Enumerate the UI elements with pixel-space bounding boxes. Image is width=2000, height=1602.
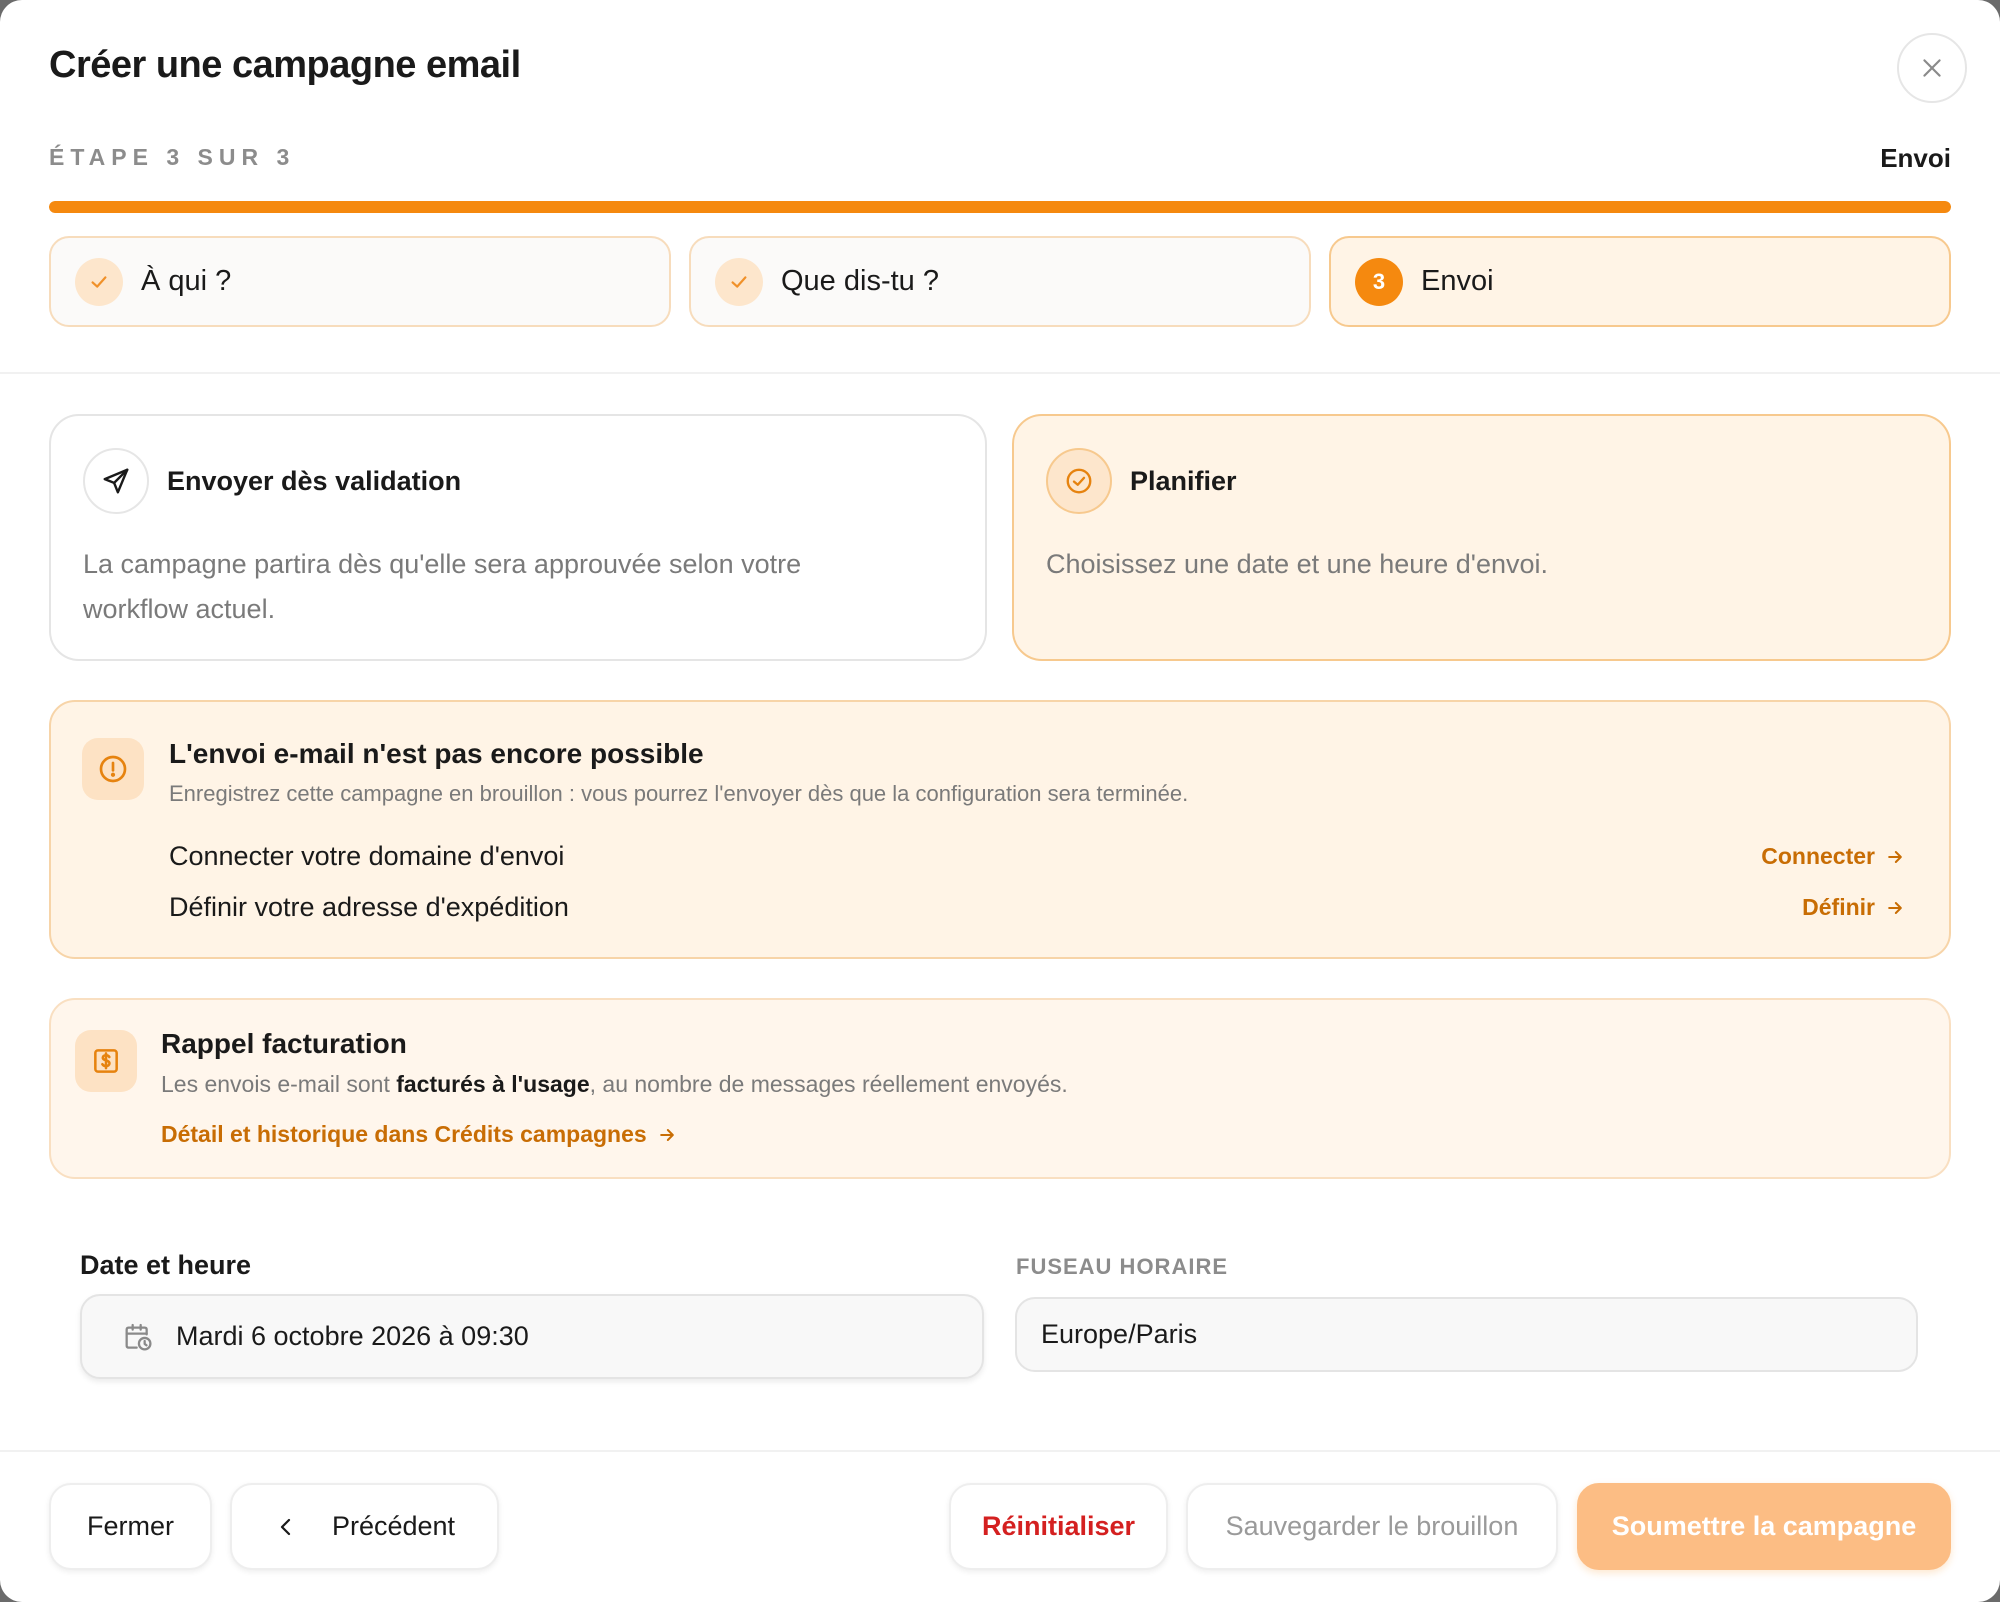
billing-text: Les envois e-mail sont facturés à l'usag…	[161, 1071, 1068, 1098]
connect-domain-link[interactable]: Connecter	[1761, 843, 1905, 870]
define-sender-link[interactable]: Définir	[1802, 894, 1905, 921]
step-label: À qui ?	[141, 265, 232, 297]
send-icon	[103, 468, 129, 494]
billing-text-bold: facturés à l'usage	[396, 1071, 590, 1097]
close-modal-button[interactable]: Fermer	[49, 1483, 212, 1570]
setup-task-domain: Connecter votre domaine d'envoi Connecte…	[169, 841, 1905, 872]
email-setup-alert: L'envoi e-mail n'est pas encore possible…	[49, 700, 1951, 959]
option-schedule[interactable]: Planifier Choisissez une date et une heu…	[1012, 414, 1951, 661]
timezone-select[interactable]: Europe/Paris	[1015, 1297, 1918, 1372]
step-done-badge	[715, 257, 763, 306]
task-label: Connecter votre domaine d'envoi	[169, 841, 565, 871]
check-icon	[731, 275, 747, 288]
check-icon	[91, 275, 107, 288]
progress-bar	[49, 201, 1951, 213]
arrow-right-icon	[657, 1125, 677, 1145]
link-text: Détail et historique dans Crédits campag…	[161, 1121, 647, 1147]
date-time-input[interactable]: Mardi 6 octobre 2026 à 09:30	[80, 1294, 984, 1379]
close-button[interactable]	[1897, 33, 1967, 103]
step-who[interactable]: À qui ?	[49, 236, 671, 327]
option-title: Planifier	[1130, 465, 1237, 496]
step-done-badge	[75, 257, 123, 306]
header-divider	[0, 372, 2000, 374]
billing-text-start: Les envois e-mail sont	[161, 1071, 397, 1097]
alert-icon-wrap	[82, 738, 144, 800]
calendar-clock-icon	[125, 1323, 152, 1351]
date-time-value: Mardi 6 octobre 2026 à 09:30	[176, 1321, 529, 1351]
arrow-right-icon	[1885, 898, 1905, 918]
option-description: Choisissez une date et une heure d'envoi…	[1046, 549, 1548, 579]
footer-divider	[0, 1450, 2000, 1452]
check-circle-icon-wrap	[1046, 448, 1112, 514]
step-number-badge: 3	[1355, 257, 1403, 306]
create-campaign-modal: Créer une campagne email ÉTAPE 3 SUR 3 E…	[0, 0, 2000, 1602]
step-message[interactable]: Que dis-tu ?	[689, 236, 1311, 327]
progress-fill	[49, 201, 1951, 213]
alert-title: L'envoi e-mail n'est pas encore possible	[169, 738, 704, 769]
timezone-label: FUSEAU HORAIRE	[1016, 1254, 1229, 1279]
billing-icon-wrap	[75, 1030, 137, 1092]
reset-button[interactable]: Réinitialiser	[949, 1483, 1168, 1570]
credits-history-link[interactable]: Détail et historique dans Crédits campag…	[161, 1121, 677, 1148]
task-label: Définir votre adresse d'expédition	[169, 892, 569, 922]
chevron-left-icon	[280, 1518, 291, 1535]
button-label: Réinitialiser	[981, 1511, 1136, 1541]
previous-button[interactable]: Précédent	[230, 1483, 499, 1570]
setup-task-sender: Définir votre adresse d'expédition Défin…	[169, 892, 1905, 923]
step-counter: ÉTAPE 3 SUR 3	[49, 144, 296, 170]
submit-campaign-button[interactable]: Soumettre la campagne	[1577, 1483, 1951, 1570]
billing-text-end: , au nombre de messages réellement envoy…	[589, 1071, 1068, 1097]
link-text: Définir	[1802, 894, 1875, 920]
modal-title: Créer une campagne email	[49, 44, 521, 86]
stepper: À qui ? Que dis-tu ? 3 Envoi	[49, 236, 1951, 327]
step-send[interactable]: 3 Envoi	[1329, 236, 1951, 327]
step-label: Envoi	[1421, 265, 1494, 297]
button-label: Soumettre la campagne	[1611, 1511, 1917, 1541]
option-title: Envoyer dès validation	[167, 465, 462, 496]
billing-reminder: Rappel facturation Les envois e-mail son…	[49, 998, 1951, 1179]
option-description: La campagne partira dès qu'elle sera app…	[83, 549, 802, 624]
alert-circle-icon	[99, 755, 127, 783]
current-step-name: Envoi	[1880, 143, 1951, 173]
save-draft-button[interactable]: Sauvegarder le brouillon	[1186, 1483, 1558, 1570]
send-icon-wrap	[83, 448, 149, 514]
link-text: Connecter	[1761, 843, 1875, 869]
check-circle-icon	[1066, 468, 1092, 494]
timezone-value: Europe/Paris	[1041, 1319, 1198, 1349]
step-label: Que dis-tu ?	[781, 265, 939, 297]
alert-subtitle: Enregistrez cette campagne en brouillon …	[169, 781, 1189, 806]
button-label: Sauvegarder le brouillon	[1225, 1511, 1519, 1541]
date-time-label: Date et heure	[80, 1250, 252, 1280]
billing-title: Rappel facturation	[161, 1028, 407, 1059]
billing-icon	[94, 1049, 118, 1073]
arrow-right-icon	[1885, 847, 1905, 867]
button-label: Précédent	[331, 1511, 456, 1541]
close-icon	[1923, 59, 1941, 77]
option-send-immediately[interactable]: Envoyer dès validation La campagne parti…	[49, 414, 987, 661]
button-label: Fermer	[87, 1511, 174, 1541]
